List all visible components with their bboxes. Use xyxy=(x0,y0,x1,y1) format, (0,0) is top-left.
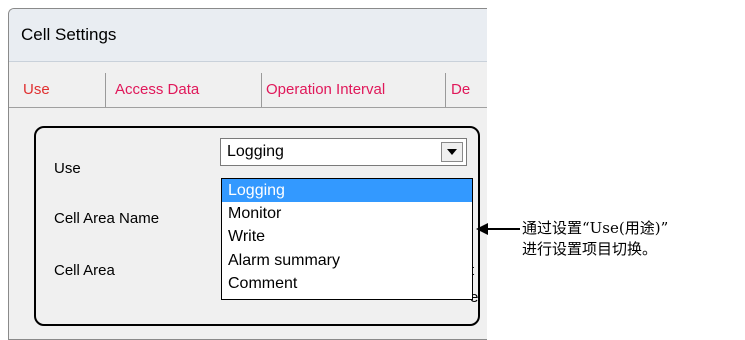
option-alarm-summary[interactable]: Alarm summary xyxy=(222,249,472,272)
annotation-text: 通过设置“Use(用途)” 进行设置项目切换。 xyxy=(522,218,668,260)
option-comment[interactable]: Comment xyxy=(222,272,472,295)
option-monitor[interactable]: Monitor xyxy=(222,202,472,225)
use-select[interactable]: Logging xyxy=(220,138,467,166)
option-logging[interactable]: Logging xyxy=(222,179,472,203)
tab-bar: Use Access Data Operation Interval De xyxy=(9,71,487,107)
cell-area-name-label: Cell Area Name xyxy=(54,210,160,227)
tab-operation-interval[interactable]: Operation Interval xyxy=(266,75,442,105)
tab-access-data[interactable]: Access Data xyxy=(115,75,259,105)
cell-area-label: Cell Area xyxy=(54,262,115,279)
callout-arrow-icon xyxy=(476,223,520,235)
option-write[interactable]: Write xyxy=(222,225,472,248)
tab-separator xyxy=(261,73,262,107)
annotation-line-1: 通过设置“Use(用途)” xyxy=(522,219,669,237)
use-options-list[interactable]: Logging Monitor Write Alarm summary Comm… xyxy=(221,178,473,300)
tab-use[interactable]: Use xyxy=(23,75,83,105)
dropdown-button[interactable] xyxy=(441,142,463,162)
tab-separator xyxy=(105,73,106,107)
use-label: Use xyxy=(54,160,81,177)
use-select-value: Logging xyxy=(227,143,284,160)
window-title: Cell Settings xyxy=(21,25,117,44)
annotation-line-2: 进行设置项目切换。 xyxy=(522,240,658,258)
tab-de[interactable]: De xyxy=(451,75,487,105)
title-bar: Cell Settings xyxy=(9,9,487,62)
tab-separator xyxy=(445,73,446,107)
chevron-down-icon xyxy=(447,149,457,155)
